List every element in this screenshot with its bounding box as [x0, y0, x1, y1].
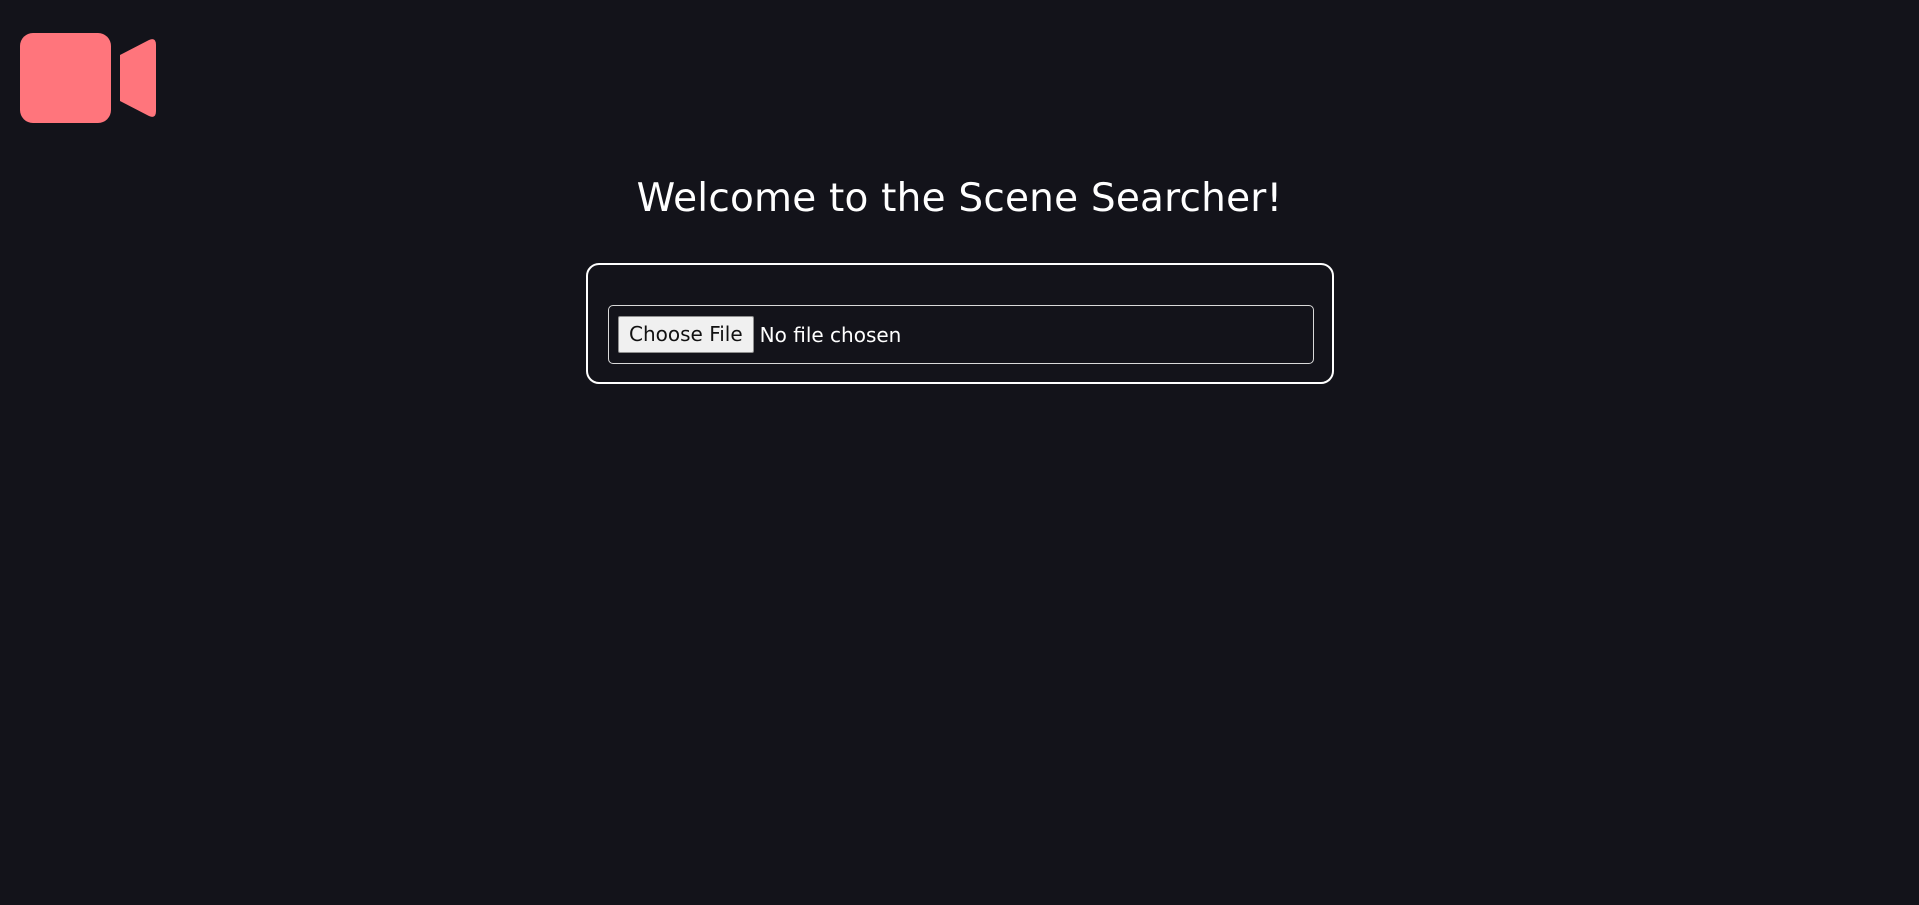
- video-camera-icon: [20, 31, 156, 125]
- video-camera-logo-graphic: [20, 33, 156, 123]
- app-root: Welcome to the Scene Searcher! Choose Fi…: [0, 0, 1919, 905]
- upload-card: Choose File No file chosen: [586, 263, 1334, 384]
- choose-file-button[interactable]: Choose File: [618, 316, 754, 353]
- file-status-text: No file chosen: [759, 322, 902, 347]
- page-title: Welcome to the Scene Searcher!: [636, 176, 1283, 221]
- file-upload-field[interactable]: Choose File No file chosen: [608, 305, 1314, 364]
